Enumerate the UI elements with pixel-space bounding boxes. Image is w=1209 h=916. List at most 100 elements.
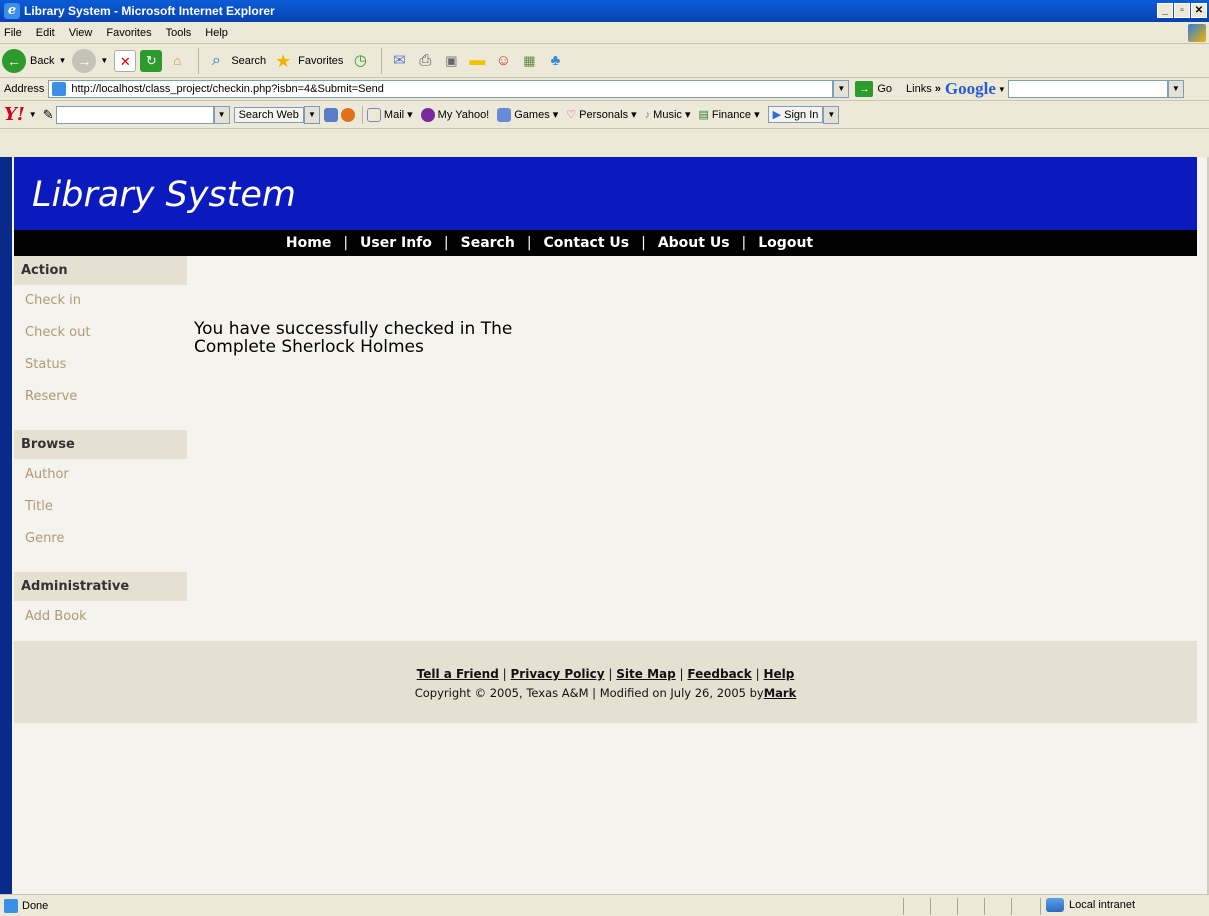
notes-icon[interactable]: ▬ xyxy=(466,50,488,72)
search-icon: ⌕ xyxy=(211,51,221,69)
go-label: Go xyxy=(877,83,893,95)
yahoo-search-input[interactable] xyxy=(55,105,214,124)
stop-icon[interactable]: ✕ xyxy=(114,49,137,72)
sidebar-item-author[interactable]: Author xyxy=(14,459,187,491)
nav-separator: | xyxy=(641,235,646,251)
finance-icon: ▤ xyxy=(698,109,709,121)
address-label: Address xyxy=(4,83,45,95)
address-url: http://localhost/class_project/checkin.p… xyxy=(71,83,384,95)
research-icon[interactable]: ▦ xyxy=(518,50,540,72)
links-more-icon: » xyxy=(934,83,941,95)
print-icon[interactable]: ⎙ xyxy=(414,50,436,72)
refresh-icon[interactable]: ↻ xyxy=(140,49,163,72)
sidebar-heading-administrative: Administrative xyxy=(14,572,187,601)
sidebar-item-genre[interactable]: Genre xyxy=(14,523,187,555)
sign-in-dropdown-icon[interactable]: ▼ xyxy=(823,105,840,124)
sign-in-label: Sign In xyxy=(784,109,819,121)
my-yahoo-button[interactable]: My Yahoo! xyxy=(420,107,489,122)
footer-link-help[interactable]: Help xyxy=(763,667,794,681)
target-icon[interactable] xyxy=(340,107,355,122)
google-search-input[interactable] xyxy=(1007,80,1168,98)
maximize-button[interactable]: ▫ xyxy=(1174,3,1190,18)
address-input[interactable]: http://localhost/class_project/checkin.p… xyxy=(48,80,834,98)
edit-icon[interactable]: ▣ xyxy=(440,50,462,72)
sidebar-item-check-in[interactable]: Check in xyxy=(14,285,187,317)
status-divider xyxy=(930,898,931,915)
footer-copyright: Copyright © 2005, Texas A&M | Modified o… xyxy=(14,686,1197,700)
minimize-button[interactable]: _ xyxy=(1157,3,1173,18)
nav-contact-us[interactable]: Contact Us xyxy=(544,235,630,251)
finance-label: Finance xyxy=(711,108,752,121)
toolbar-filler xyxy=(0,129,1209,157)
toolbar-separator xyxy=(381,47,383,74)
search-web-dropdown-icon[interactable]: ▼ xyxy=(303,105,320,124)
msn-messenger-icon[interactable]: ♣ xyxy=(544,50,566,72)
my-yahoo-icon xyxy=(420,107,435,122)
forward-dropdown-icon[interactable]: ▼ xyxy=(100,56,108,65)
footer-separator: | xyxy=(502,667,507,681)
finance-button[interactable]: ▤ Finance ▾ xyxy=(698,108,759,122)
forward-button[interactable]: → ▼ xyxy=(72,48,108,73)
pencil-icon[interactable]: ✎ xyxy=(43,107,54,123)
status-divider xyxy=(1040,898,1041,915)
yahoo-toolbar: Y! ▼ ✎ ▼ Search Web ▼ Mail ▾ My Yahoo! G… xyxy=(0,101,1209,129)
yahoo-mail-label: Mail xyxy=(383,108,405,121)
yahoo-logo[interactable]: Y! xyxy=(4,104,25,125)
menu-view[interactable]: View xyxy=(69,27,93,39)
close-button[interactable]: ✕ xyxy=(1191,3,1207,18)
sidebar-item-title[interactable]: Title xyxy=(14,491,187,523)
music-label: Music xyxy=(653,108,682,121)
menu-edit[interactable]: Edit xyxy=(36,27,55,39)
sidebar-item-check-out[interactable]: Check out xyxy=(14,317,187,349)
page-icon xyxy=(52,82,67,96)
yahoo-input-dropdown-icon[interactable]: ▼ xyxy=(213,105,230,124)
menu-tools[interactable]: Tools xyxy=(166,27,192,39)
mail-icon[interactable]: ✉ xyxy=(388,50,410,72)
search-web-button[interactable]: Search Web xyxy=(233,106,304,123)
nav-search[interactable]: Search xyxy=(461,235,515,251)
highlight-icon[interactable] xyxy=(323,107,338,122)
back-dropdown-icon[interactable]: ▼ xyxy=(58,56,66,65)
yahoo-dropdown-icon[interactable]: ▼ xyxy=(29,110,37,119)
forward-arrow-icon: → xyxy=(72,48,97,73)
search-button[interactable]: ⌕ Search xyxy=(205,50,266,72)
address-dropdown-icon[interactable]: ▼ xyxy=(833,80,850,98)
sidebar-item-status[interactable]: Status xyxy=(14,349,187,381)
footer-link-tell-a-friend[interactable]: Tell a Friend xyxy=(417,667,499,681)
favorites-button[interactable]: ★ Favorites xyxy=(272,50,343,72)
footer-author-link[interactable]: Mark xyxy=(764,686,797,700)
messenger-icon[interactable]: ☺ xyxy=(492,50,514,72)
nav-home[interactable]: Home xyxy=(286,235,331,251)
nav-logout[interactable]: Logout xyxy=(758,235,813,251)
sidebar-item-reserve[interactable]: Reserve xyxy=(14,381,187,413)
sign-in-button[interactable]: ▶ Sign In xyxy=(767,106,824,123)
nav-separator: | xyxy=(343,235,349,251)
back-button[interactable]: ← Back ▼ xyxy=(2,48,66,73)
sidebar-item-add-book[interactable]: Add Book xyxy=(14,601,187,633)
music-button[interactable]: ♪ Music ▾ xyxy=(645,108,691,122)
yahoo-mail-button[interactable]: Mail ▾ xyxy=(366,107,413,122)
links-button[interactable]: Links » xyxy=(906,83,941,95)
menu-help[interactable]: Help xyxy=(205,27,228,39)
nav-separator: | xyxy=(526,235,532,251)
home-icon[interactable]: ⌂ xyxy=(166,50,188,72)
footer-links: Tell a Friend | Privacy Policy | Site Ma… xyxy=(14,667,1197,681)
google-input-dropdown-icon[interactable]: ▼ xyxy=(1167,80,1184,98)
google-logo: Google xyxy=(944,79,996,98)
status-bar: Done Local intranet xyxy=(0,894,1209,916)
page-viewport[interactable]: Library System Home | User Info | Search… xyxy=(12,157,1209,894)
games-button[interactable]: Games ▾ xyxy=(497,107,558,122)
intranet-globe-icon xyxy=(1046,898,1064,912)
footer-link-feedback[interactable]: Feedback xyxy=(687,667,751,681)
personals-button[interactable]: ♡ Personals ▾ xyxy=(566,108,636,122)
nav-separator: | xyxy=(741,235,747,251)
history-icon[interactable]: ◷ xyxy=(349,50,371,72)
google-dropdown-icon[interactable]: ▼ xyxy=(998,85,1006,94)
nav-about-us[interactable]: About Us xyxy=(658,235,730,251)
menu-favorites[interactable]: Favorites xyxy=(106,27,151,39)
nav-user-info[interactable]: User Info xyxy=(360,235,432,251)
menu-file[interactable]: File xyxy=(4,27,22,39)
footer-link-site-map[interactable]: Site Map xyxy=(616,667,675,681)
footer-link-privacy-policy[interactable]: Privacy Policy xyxy=(511,667,605,681)
go-button[interactable]: → Go xyxy=(855,81,892,97)
